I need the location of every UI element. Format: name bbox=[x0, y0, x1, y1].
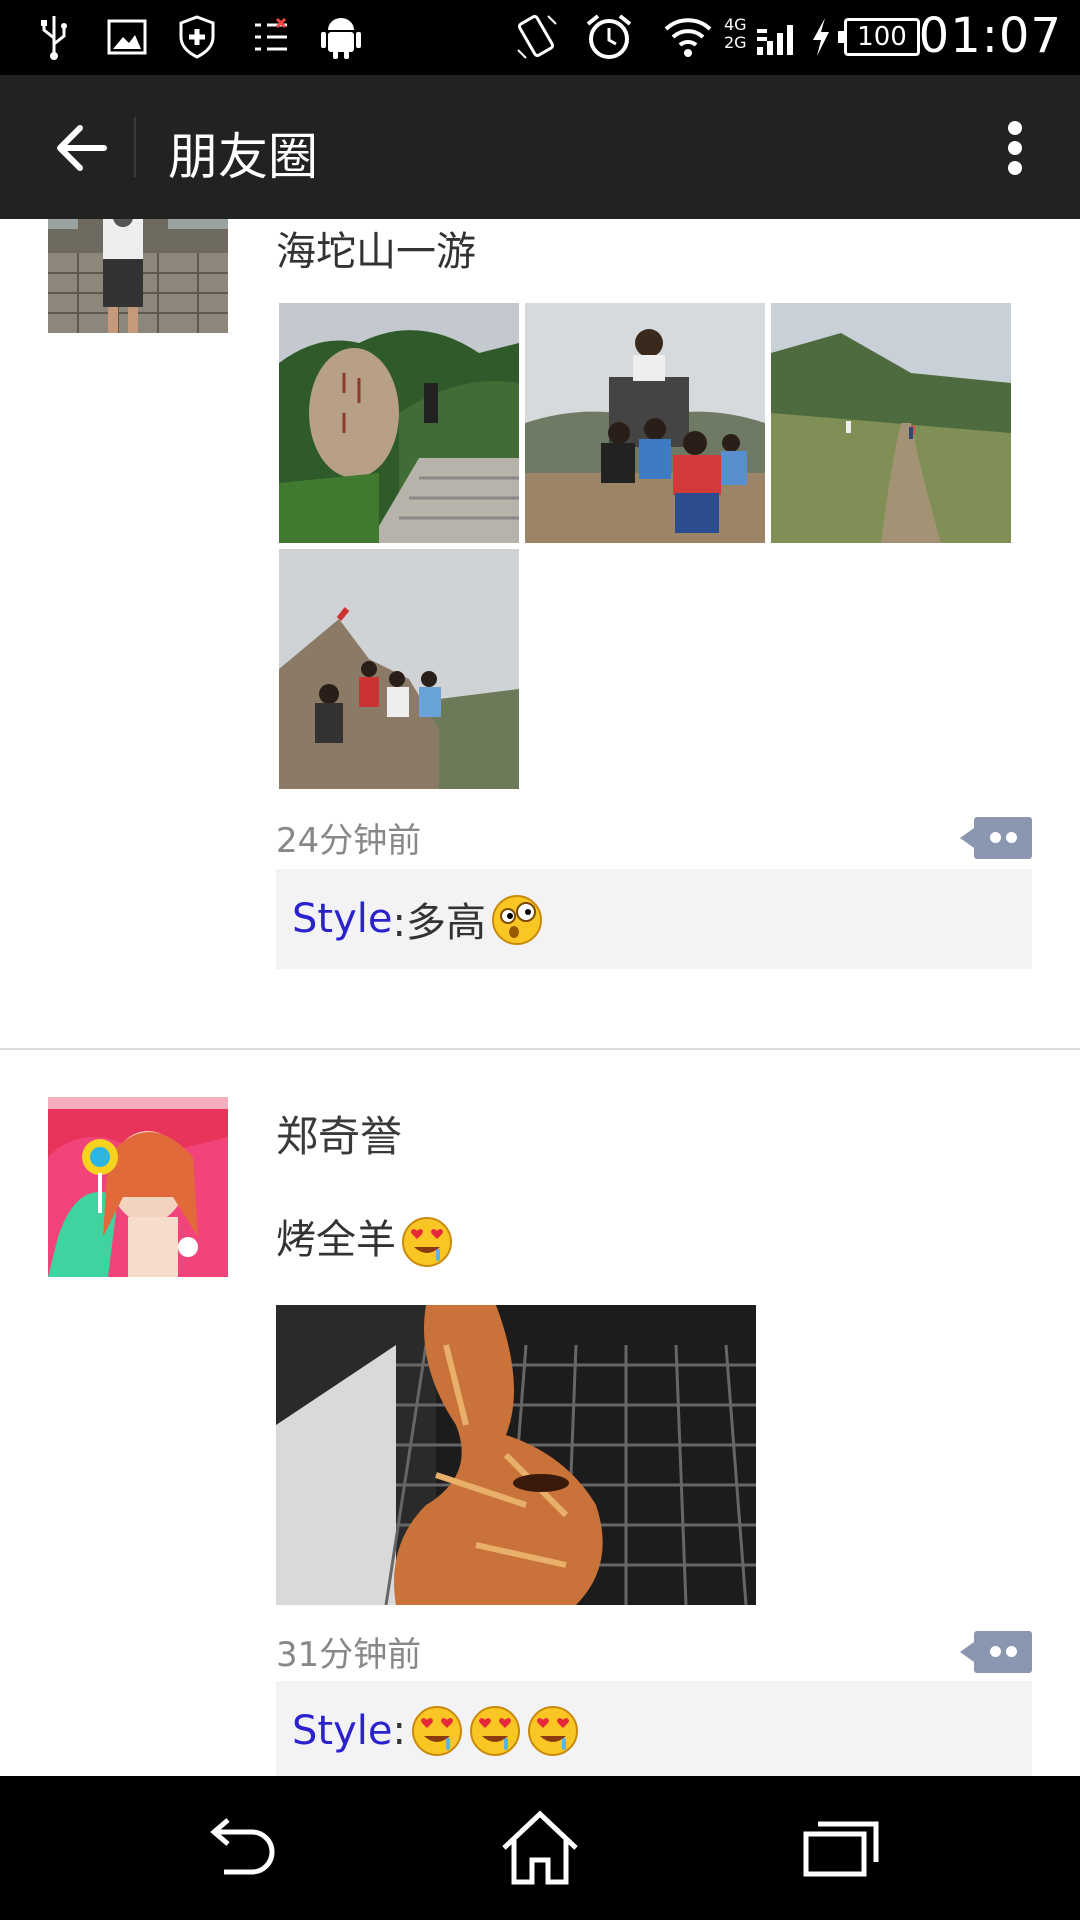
status-bar: 4G 2G 100 01:07 bbox=[0, 0, 1080, 75]
recents-icon bbox=[803, 1821, 879, 1877]
task-list-icon bbox=[248, 12, 294, 62]
dot-icon bbox=[990, 832, 1001, 843]
title-divider bbox=[134, 117, 136, 177]
comment-action-button[interactable] bbox=[960, 817, 1032, 859]
post-timestamp: 31分钟前 bbox=[276, 1635, 422, 1675]
group-sign-photo[interactable] bbox=[525, 303, 765, 543]
moments-feed[interactable]: 海坨山一游 24分钟前 Style:多高 郑奇誉 烤全羊 31分钟前 Styl… bbox=[0, 219, 1080, 1776]
nav-back-button[interactable] bbox=[190, 1806, 290, 1890]
more-dot-icon bbox=[1008, 161, 1022, 175]
comment-text: : bbox=[392, 1708, 406, 1754]
roast-lamb-photo[interactable] bbox=[276, 1305, 756, 1605]
alarm-icon bbox=[584, 12, 634, 62]
dot-icon bbox=[990, 1646, 1001, 1657]
rotation-icon bbox=[512, 12, 562, 62]
back-icon bbox=[210, 1818, 275, 1875]
mountain-stone-photo[interactable] bbox=[279, 303, 519, 543]
comment-author[interactable]: Style bbox=[292, 896, 392, 942]
comment-item[interactable]: Style: bbox=[276, 1681, 1032, 1776]
dot-icon bbox=[1006, 1646, 1017, 1657]
navigation-bar bbox=[0, 1776, 1080, 1920]
nav-recents-button[interactable] bbox=[790, 1806, 890, 1890]
more-dot-icon bbox=[1008, 141, 1022, 155]
user-avatar[interactable] bbox=[48, 219, 228, 333]
comment-author[interactable]: Style bbox=[292, 1708, 392, 1754]
post-divider bbox=[0, 1048, 1080, 1050]
dot-icon bbox=[1006, 832, 1017, 843]
mountain-trail-photo[interactable] bbox=[771, 303, 1011, 543]
post-text: 烤全羊 bbox=[276, 1207, 454, 1269]
comment-text: :多高 bbox=[392, 900, 486, 946]
usb-icon bbox=[34, 12, 74, 62]
clock: 01:07 bbox=[918, 8, 1062, 64]
back-button[interactable] bbox=[50, 115, 116, 181]
nav-home-button[interactable] bbox=[490, 1806, 590, 1890]
signal-icon bbox=[754, 12, 802, 62]
username[interactable]: 郑奇誉 bbox=[276, 1103, 402, 1164]
dizzy-emoji-icon bbox=[491, 895, 542, 945]
summit-group-photo[interactable] bbox=[279, 549, 519, 789]
image-icon bbox=[104, 12, 150, 62]
arrow-left-icon bbox=[57, 125, 107, 171]
title-bar: 朋友圈 bbox=[0, 75, 1080, 219]
heart-eyes-emoji-icon bbox=[402, 1217, 452, 1267]
heart-eyes-emoji-icon bbox=[469, 1706, 520, 1756]
user-avatar[interactable] bbox=[48, 1097, 228, 1277]
page-title: 朋友圈 bbox=[168, 128, 318, 186]
android-icon bbox=[318, 12, 364, 62]
post-text: 海坨山一游 bbox=[276, 229, 476, 275]
charging-icon bbox=[806, 12, 836, 62]
comment-action-button[interactable] bbox=[960, 1631, 1032, 1673]
heart-eyes-emoji-icon bbox=[527, 1706, 578, 1756]
home-icon bbox=[502, 1810, 578, 1885]
battery-indicator: 100 bbox=[838, 18, 920, 56]
shield-icon bbox=[174, 12, 220, 62]
wifi-icon bbox=[662, 12, 714, 62]
post-timestamp: 24分钟前 bbox=[276, 821, 422, 861]
heart-eyes-emoji-icon bbox=[411, 1706, 462, 1756]
more-dot-icon bbox=[1008, 121, 1022, 135]
comment-item[interactable]: Style:多高 bbox=[276, 869, 1032, 969]
more-options-button[interactable] bbox=[990, 115, 1040, 181]
